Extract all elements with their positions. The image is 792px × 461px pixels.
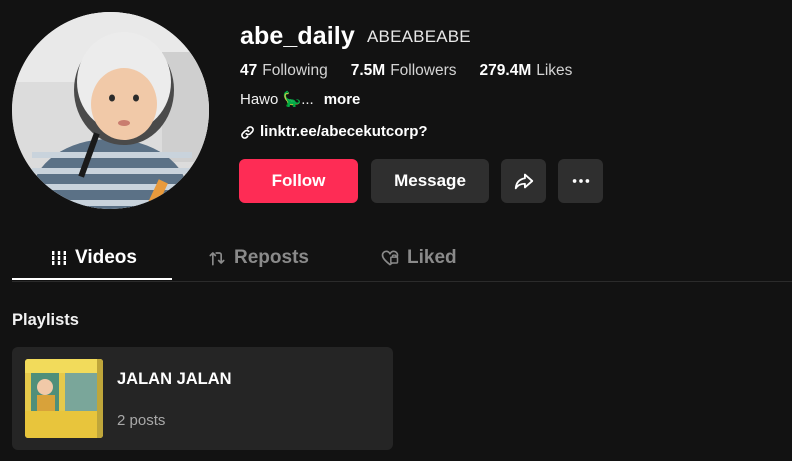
grid-icon [52, 251, 66, 265]
stat-followers-value: 7.5M [350, 62, 386, 79]
heart-icon [381, 250, 399, 266]
avatar[interactable] [12, 12, 209, 209]
tab-videos[interactable]: Videos [50, 237, 137, 279]
bio-text: Hawo 🦕... [240, 91, 314, 108]
username: abe_daily [240, 22, 355, 50]
bio-link[interactable]: linktr.ee/abecekutcorp? [240, 122, 428, 142]
link-icon [241, 125, 254, 139]
bio-more-link[interactable]: more [324, 90, 361, 110]
tab-liked-label: Liked [407, 247, 457, 268]
playlists-title: Playlists [12, 311, 79, 329]
more-options-button[interactable] [558, 159, 603, 203]
share-icon [514, 173, 533, 190]
share-button[interactable] [501, 159, 546, 203]
profile-page: abe_daily ABEABEABE 47 Following 7.5M Fo… [0, 0, 792, 461]
stat-following[interactable]: 47 Following [240, 61, 328, 81]
playlist-thumbnail [25, 359, 103, 438]
playlist-thumbnail-image [25, 359, 103, 438]
profile-stats: 47 Following 7.5M Followers 279.4M Likes [240, 61, 595, 81]
stat-likes-label: Likes [536, 62, 573, 79]
playlist-card[interactable]: JALAN JALAN 2 posts [12, 347, 393, 450]
tab-reposts-label: Reposts [234, 247, 309, 268]
repost-icon [209, 252, 225, 266]
active-tab-indicator [12, 278, 172, 280]
playlist-post-count: 2 posts [117, 412, 166, 429]
stat-followers[interactable]: 7.5M Followers [351, 61, 457, 81]
bio-link-text: linktr.ee/abecekutcorp? [260, 123, 428, 140]
avatar-image [12, 12, 209, 209]
playlist-name: JALAN JALAN [117, 370, 232, 388]
stat-likes-value: 279.4M [479, 62, 532, 79]
message-button[interactable]: Message [371, 159, 489, 203]
stat-following-label: Following [262, 62, 328, 79]
tab-reposts[interactable]: Reposts [207, 237, 309, 279]
follow-button[interactable]: Follow [239, 159, 358, 203]
profile-tabs: Videos Reposts Liked [12, 237, 792, 282]
nickname: ABEABEABE [367, 27, 471, 46]
tab-videos-label: Videos [75, 247, 137, 268]
more-icon [572, 179, 589, 183]
stat-likes: 279.4M Likes [480, 61, 573, 81]
stat-following-value: 47 [240, 62, 258, 79]
bio: Hawo 🦕... more [240, 90, 360, 110]
stat-followers-label: Followers [390, 62, 457, 79]
tab-liked[interactable]: Liked [380, 237, 457, 279]
